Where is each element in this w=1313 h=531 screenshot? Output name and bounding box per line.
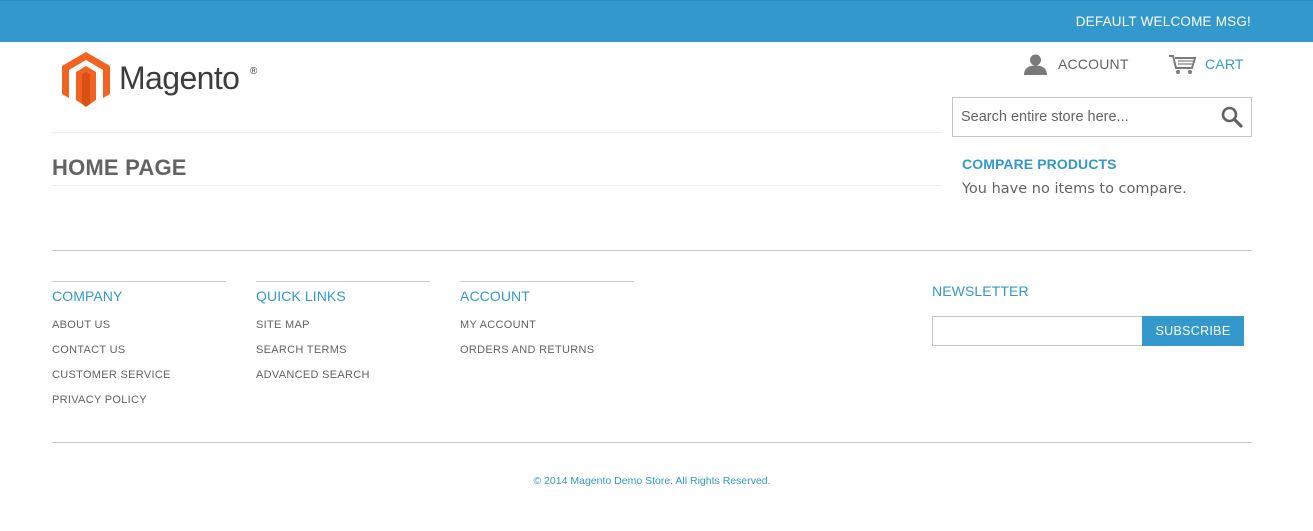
- cart-icon: [1169, 55, 1196, 74]
- page-title: HOME PAGE: [52, 155, 187, 180]
- title-divider: [52, 185, 942, 186]
- welcome-message: DEFAULT WELCOME MSG!: [1075, 14, 1251, 29]
- header-divider: [52, 132, 942, 133]
- store-logo[interactable]: Magento ®: [61, 52, 261, 110]
- compare-products-title[interactable]: COMPARE PRODUCTS: [962, 156, 1117, 172]
- footer-column-company: COMPANY ABOUT US CONTACT US CUSTOMER SER…: [52, 281, 226, 419]
- search-box: [952, 97, 1252, 137]
- search-icon: [1221, 106, 1243, 128]
- compare-empty-message: You have no items to compare.: [962, 181, 1187, 197]
- column-divider: [256, 281, 430, 282]
- account-label: ACCOUNT: [1058, 56, 1129, 72]
- newsletter-title: NEWSLETTER: [932, 283, 1029, 299]
- footer-column-account: ACCOUNT MY ACCOUNT ORDERS AND RETURNS: [460, 281, 634, 369]
- logo-registered-mark: ®: [250, 66, 258, 77]
- footer-column-title: COMPANY: [52, 288, 123, 304]
- footer-link-site-map[interactable]: SITE MAP: [256, 319, 430, 344]
- account-link[interactable]: ACCOUNT: [1024, 52, 1129, 76]
- footer-link-advanced-search[interactable]: ADVANCED SEARCH: [256, 369, 430, 394]
- subscribe-button[interactable]: SUBSCRIBE: [1142, 316, 1244, 346]
- footer-link-my-account[interactable]: MY ACCOUNT: [460, 319, 634, 344]
- search-input[interactable]: [961, 107, 1211, 127]
- column-divider: [52, 281, 226, 282]
- user-icon: [1024, 54, 1047, 75]
- newsletter-email-input[interactable]: [932, 316, 1143, 346]
- column-divider: [460, 281, 634, 282]
- footer-column-title: ACCOUNT: [460, 288, 530, 304]
- footer-link-privacy-policy[interactable]: PRIVACY POLICY: [52, 394, 226, 419]
- footer-column-quick-links: QUICK LINKS SITE MAP SEARCH TERMS ADVANC…: [256, 281, 430, 394]
- footer-link-search-terms[interactable]: SEARCH TERMS: [256, 344, 430, 369]
- footer-top-divider: [52, 250, 1252, 251]
- copyright-text: © 2014 Magento Demo Store. All Rights Re…: [533, 475, 771, 487]
- cart-label: CART: [1205, 56, 1244, 72]
- search-button[interactable]: [1221, 106, 1243, 128]
- magento-logo-icon: [62, 52, 110, 107]
- footer-link-customer-service[interactable]: CUSTOMER SERVICE: [52, 369, 226, 394]
- top-bar: DEFAULT WELCOME MSG!: [0, 0, 1313, 42]
- footer-link-about-us[interactable]: ABOUT US: [52, 319, 226, 344]
- footer-link-contact-us[interactable]: CONTACT US: [52, 344, 226, 369]
- footer-column-title: QUICK LINKS: [256, 288, 346, 304]
- logo-wordmark: Magento: [119, 60, 240, 96]
- footer-bottom-divider: [52, 442, 1252, 443]
- cart-link[interactable]: CART: [1168, 52, 1244, 76]
- footer-link-orders-and-returns[interactable]: ORDERS AND RETURNS: [460, 344, 634, 369]
